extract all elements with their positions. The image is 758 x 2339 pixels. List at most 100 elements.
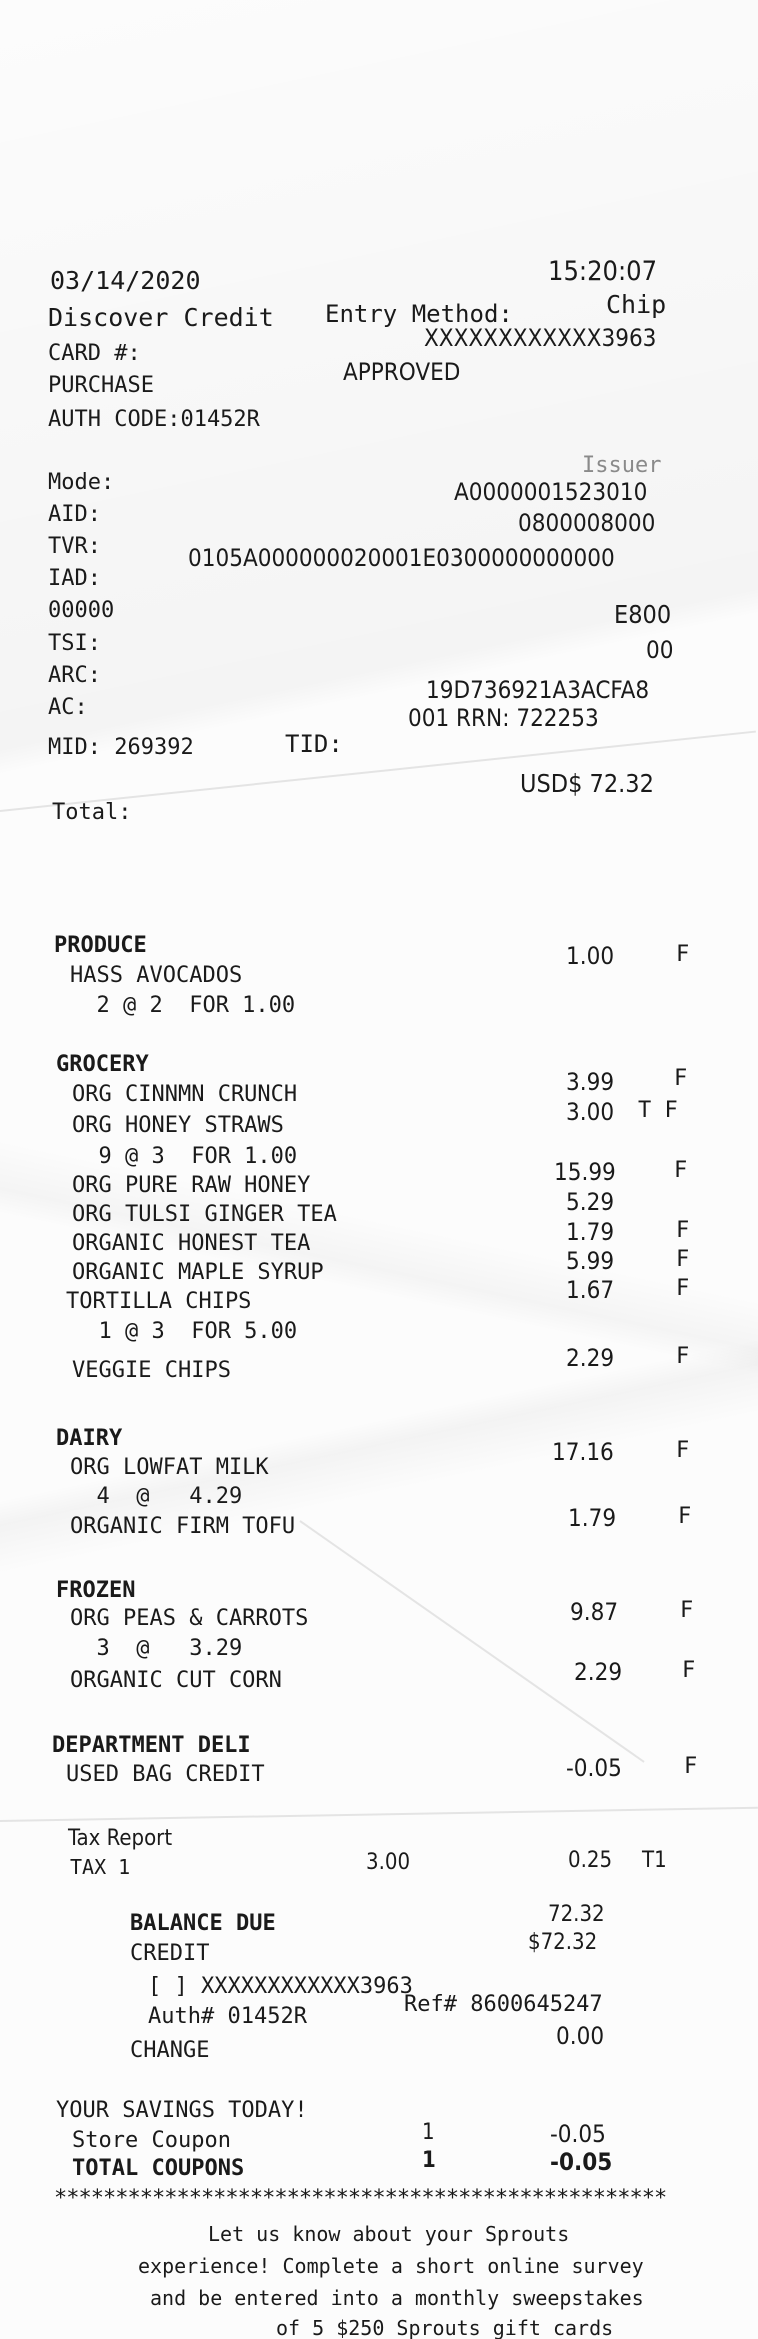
item-desc: USED BAG CREDIT	[66, 1762, 265, 1787]
tsi-label: TSI:	[48, 631, 101, 656]
credit-label: CREDIT	[130, 1941, 210, 1966]
item-price: 1.79	[568, 1504, 617, 1532]
balance-due-value: 72.32	[548, 1902, 605, 1927]
item-price: -0.05	[566, 1754, 622, 1782]
tsi-value: E800	[614, 600, 672, 629]
mode-value: Issuer	[582, 453, 662, 478]
divider-stars: ****************************************…	[54, 2186, 667, 2211]
payment-ref: Ref# 8600645247	[404, 1992, 603, 2017]
total-coupons-label: TOTAL COUPONS	[72, 2156, 245, 2181]
item-flag: F	[676, 1218, 690, 1243]
item-flag: F	[676, 1247, 690, 1272]
item-price: 1.79	[566, 1218, 615, 1246]
item-price: 3.00	[566, 1098, 615, 1126]
aid-label: AID:	[48, 502, 101, 527]
item-desc: ORG PURE RAW HONEY	[72, 1173, 311, 1198]
item-desc: VEGGIE CHIPS	[72, 1358, 231, 1383]
section-grocery: GROCERY	[56, 1052, 149, 1077]
item-flag: F	[674, 1066, 688, 1091]
item-desc: ORGANIC MAPLE SYRUP	[72, 1260, 324, 1285]
tvr-label: TVR:	[48, 534, 101, 559]
survey-line-4: of 5 $250 Sprouts gift cards	[276, 2316, 614, 2339]
item-detail: 1 @ 3 FOR 5.00	[72, 1319, 298, 1344]
terminal-id-label: TID:	[285, 730, 343, 758]
item-price: 9.87	[570, 1598, 619, 1626]
item-desc: ORG LOWFAT MILK	[70, 1455, 269, 1480]
survey-line-1: Let us know about your Sprouts	[208, 2222, 570, 2246]
balance-due-label: BALANCE DUE	[130, 1911, 276, 1936]
item-flag: F	[676, 1276, 690, 1301]
iad-value-cont: 00000	[48, 598, 115, 623]
item-desc: ORGANIC HONEST TEA	[72, 1231, 311, 1256]
item-desc: ORG CINNMN CRUNCH	[72, 1082, 298, 1107]
item-flag: F	[674, 1158, 688, 1183]
paper-crease	[299, 1520, 645, 1763]
store-coupon-value: -0.05	[550, 2120, 606, 2148]
store-coupon-label: Store Coupon	[72, 2128, 231, 2153]
ac-value: 19D736921A3ACFA8	[426, 676, 650, 704]
card-number-label: CARD #:	[48, 341, 141, 366]
item-flag: F	[680, 1598, 694, 1623]
tax-flag: T1	[642, 1848, 667, 1873]
item-detail: 2 @ 2 FOR 1.00	[70, 993, 296, 1018]
tax-amount: 0.25	[568, 1848, 613, 1873]
tax-report-title: Tax Report	[68, 1826, 173, 1851]
tvr-value: 0800008000	[518, 509, 656, 537]
item-price: 1.67	[566, 1276, 615, 1304]
section-frozen: FROZEN	[56, 1578, 136, 1603]
item-price: 5.29	[566, 1188, 615, 1216]
transaction-time: 15:20:07	[548, 256, 658, 287]
credit-value: $72.32	[528, 1930, 598, 1955]
section-dairy: DAIRY	[56, 1426, 123, 1451]
section-department-deli: DEPARTMENT DELI	[52, 1733, 251, 1758]
item-price: 2.29	[566, 1344, 615, 1372]
merchant-id: MID: 269392	[48, 735, 194, 760]
payment-auth: Auth# 01452R	[148, 2004, 307, 2029]
tax-base: 3.00	[366, 1850, 411, 1875]
savings-title: YOUR SAVINGS TODAY!	[56, 2098, 308, 2123]
item-desc: ORG HONEY STRAWS	[72, 1113, 284, 1138]
item-flag: F	[678, 1504, 692, 1529]
iad-value: 0105A000000020001E0300000000000	[188, 544, 615, 572]
survey-line-3: and be entered into a monthly sweepstake…	[150, 2286, 644, 2310]
approval-status: APPROVED	[343, 358, 461, 386]
item-flag: T F	[638, 1098, 678, 1123]
change-label: CHANGE	[130, 2038, 210, 2063]
item-flag: F	[676, 1438, 690, 1463]
rrn: 001 RRN: 722253	[408, 704, 599, 732]
item-detail: 4 @ 4.29	[70, 1484, 243, 1509]
item-price: 15.99	[554, 1158, 616, 1186]
entry-method-value: Chip	[606, 290, 667, 319]
card-type: Discover Credit	[48, 303, 274, 332]
item-detail: 3 @ 3.29	[70, 1636, 243, 1661]
item-price: 3.99	[566, 1068, 615, 1096]
item-price: 5.99	[566, 1247, 615, 1275]
item-desc: ORG PEAS & CARROTS	[70, 1606, 309, 1631]
entry-method-label: Entry Method:	[325, 300, 513, 328]
total-coupons-value: -0.05	[550, 2148, 613, 2176]
item-price: 1.00	[566, 942, 615, 970]
section-produce: PRODUCE	[54, 933, 147, 958]
payment-card-line: [ ] XXXXXXXXXXXX3963	[148, 1974, 413, 1999]
auth-code: AUTH CODE:01452R	[48, 407, 260, 432]
iad-label: IAD:	[48, 566, 101, 591]
mode-label: Mode:	[48, 470, 115, 495]
masked-card-number: XXXXXXXXXXXX3963	[424, 324, 657, 352]
item-flag: F	[676, 942, 690, 967]
ac-label: AC:	[48, 695, 88, 720]
item-flag: F	[684, 1754, 698, 1779]
survey-line-2: experience! Complete a short online surv…	[138, 2254, 644, 2278]
receipt-paper: 03/14/2020 15:20:07 Discover Credit Entr…	[0, 0, 758, 2339]
item-desc: ORGANIC CUT CORN	[70, 1668, 282, 1693]
transaction-type: PURCHASE	[48, 373, 154, 398]
tax-label: TAX 1	[70, 1855, 131, 1879]
arc-value: 00	[646, 636, 674, 664]
item-flag: F	[682, 1658, 696, 1683]
item-price: 17.16	[552, 1438, 614, 1466]
item-price: 2.29	[574, 1658, 623, 1686]
item-detail: 9 @ 3 FOR 1.00	[72, 1144, 298, 1169]
total-label: Total:	[52, 800, 132, 825]
item-desc: ORG TULSI GINGER TEA	[72, 1202, 337, 1227]
total-coupons-qty: 1	[422, 2148, 436, 2173]
item-desc: TORTILLA CHIPS	[66, 1289, 252, 1314]
